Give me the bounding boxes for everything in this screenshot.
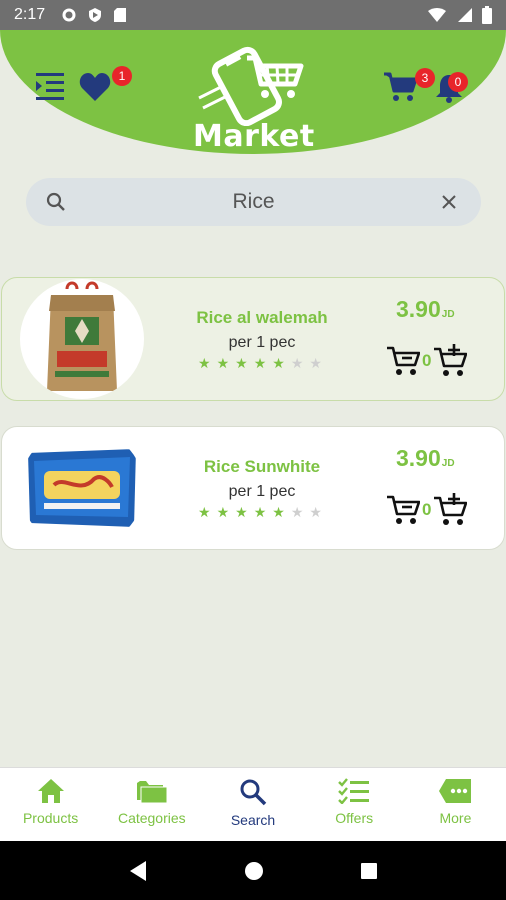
star-icon: ★ (253, 355, 267, 371)
add-to-cart-icon[interactable] (433, 344, 468, 378)
nav-offers-label: Offers (335, 810, 374, 826)
star-icon: ★ (235, 504, 248, 520)
product-name[interactable]: Rice al walemah (162, 308, 362, 328)
recents-icon[interactable] (360, 862, 378, 880)
nav-more-label: More (439, 810, 472, 826)
star-icon: ★ (198, 355, 211, 371)
nav-categories-label: Categories (117, 810, 186, 826)
nav-products[interactable]: Products (0, 768, 101, 841)
remove-from-cart-icon[interactable] (386, 345, 420, 377)
cart-badge: 3 (415, 68, 435, 88)
star-icon: ★ (290, 355, 304, 371)
price-value: 3.90 (396, 296, 441, 322)
market-logo: Market (193, 36, 315, 154)
price-currency: JD (441, 309, 455, 320)
product-card[interactable]: Rice al walemah per 1 pec ★ ★ ★ ★ ★ ★ ★ … (1, 277, 505, 401)
product-image[interactable] (20, 279, 144, 399)
star-icon: ★ (290, 504, 304, 520)
cart-button[interactable] (382, 70, 418, 104)
clear-icon[interactable] (439, 192, 459, 212)
product-image[interactable] (20, 428, 144, 548)
star-icon: ★ (216, 504, 230, 520)
product-price: 3.90JD (396, 445, 455, 472)
quantity-value: 0 (422, 500, 432, 519)
rice-bag-image (28, 449, 136, 527)
shopping-cart-logo-icon (198, 46, 304, 126)
battery-icon (482, 6, 492, 24)
star-icon: ★ (309, 504, 322, 520)
status-time: 2:17 (14, 6, 46, 23)
checklist-icon (338, 778, 370, 804)
price-value: 3.90 (396, 445, 441, 471)
product-unit: per 1 pec (228, 334, 296, 351)
nav-more[interactable]: More (405, 768, 506, 841)
quantity-controls: 0 (386, 344, 468, 378)
nav-categories[interactable]: Categories (101, 768, 202, 841)
nav-search-label: Search (230, 812, 276, 828)
home-icon (37, 779, 64, 803)
product-name[interactable]: Rice Sunwhite (162, 457, 362, 477)
quantity-value: 0 (422, 351, 432, 370)
shield-icon (89, 8, 102, 22)
nav-search[interactable]: Search (202, 768, 303, 841)
settings-icon (62, 8, 76, 22)
rating-stars: ★ ★ ★ ★ ★ ★ ★ (198, 356, 322, 370)
quantity-controls: 0 (386, 493, 468, 527)
rating-stars: ★ ★ ★ ★ ★ ★ ★ (198, 505, 322, 519)
product-price: 3.90JD (396, 296, 455, 323)
wifi-icon (428, 8, 446, 22)
star-icon: ★ (272, 504, 285, 520)
heart-icon (79, 73, 111, 101)
price-currency: JD (441, 458, 455, 469)
menu-list-icon (36, 73, 64, 100)
home-circle-icon[interactable] (244, 861, 264, 881)
system-nav-bar (0, 841, 506, 900)
star-icon: ★ (216, 355, 230, 371)
search-icon (240, 779, 267, 806)
search-input[interactable] (26, 178, 481, 226)
nav-products-label: Products (22, 810, 79, 826)
menu-button[interactable] (36, 72, 66, 102)
more-icon (439, 779, 472, 803)
status-bar: 2:17 (0, 0, 506, 30)
app-header: 1 Market 3 0 (0, 30, 506, 154)
folder-icon (136, 781, 168, 804)
product-card[interactable]: Rice Sunwhite per 1 pec ★ ★ ★ ★ ★ ★ ★ 3.… (1, 426, 505, 550)
back-icon[interactable] (128, 860, 148, 882)
wishlist-button[interactable] (78, 70, 112, 104)
product-unit: per 1 pec (228, 483, 296, 500)
add-to-cart-icon[interactable] (433, 493, 468, 527)
rice-sack-image (47, 281, 117, 391)
nav-offers[interactable]: Offers (304, 768, 405, 841)
shopping-cart-icon (384, 72, 417, 101)
remove-from-cart-icon[interactable] (386, 494, 420, 526)
star-icon: ★ (253, 504, 267, 520)
star-icon: ★ (309, 355, 322, 371)
search-icon (46, 192, 65, 211)
star-icon: ★ (272, 355, 285, 371)
signal-icon (458, 8, 472, 22)
logo-text: Market (193, 119, 315, 154)
notifications-badge: 0 (448, 72, 468, 92)
sd-card-icon (114, 8, 127, 22)
wishlist-badge: 1 (112, 66, 132, 86)
star-icon: ★ (235, 355, 248, 371)
bottom-nav: Products Categories Search Offers More (0, 767, 506, 841)
star-icon: ★ (198, 504, 211, 520)
search-bar (26, 178, 481, 226)
